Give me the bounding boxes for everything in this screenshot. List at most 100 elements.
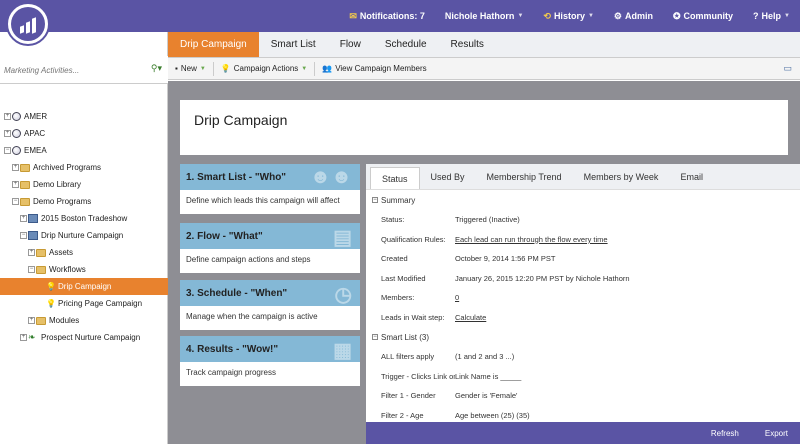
folder-icon <box>36 248 46 257</box>
chevron-down-icon: ▼ <box>301 65 308 72</box>
step-flow[interactable]: 2. Flow - "What" ▤ Define campaign actio… <box>180 223 360 273</box>
program-tree: + AMER + APAC − EMEA + Archived Programs… <box>0 108 168 346</box>
community-link[interactable]: ✪ Community <box>663 11 743 22</box>
tree-item-drip-campaign[interactable]: 💡 Drip Campaign <box>0 278 168 295</box>
expand-icon[interactable]: + <box>4 113 11 120</box>
tree-item-archived-programs[interactable]: + Archived Programs <box>0 159 168 176</box>
row-value: (1 and 2 and 3 ...) <box>455 352 515 362</box>
campaign-actions-button[interactable]: 💡 Campaign Actions ▼ <box>214 61 316 76</box>
tab-status[interactable]: Status <box>370 167 420 189</box>
detail-panel: Status Used By Membership Trend Members … <box>366 164 800 444</box>
summary-section-header[interactable]: − Summary <box>366 190 800 210</box>
main-tabs: Drip Campaign Smart List Flow Schedule R… <box>168 32 800 58</box>
sidebar-search: ⚲▾ <box>0 56 168 84</box>
tab-used-by[interactable]: Used By <box>420 164 476 189</box>
expand-icon[interactable]: + <box>12 181 19 188</box>
top-bar: ✉ Notifications: 7 Nichole Hathorn ▼ ⟲ H… <box>0 0 800 32</box>
view-members-label: View Campaign Members <box>335 64 427 73</box>
step-header: 2. Flow - "What" ▤ <box>180 223 360 249</box>
tab-email[interactable]: Email <box>669 164 714 189</box>
tree-item-modules[interactable]: + Modules <box>0 312 168 329</box>
step-title: 1. Smart List - "Who" <box>186 171 287 183</box>
search-input[interactable] <box>4 63 144 77</box>
expand-icon[interactable]: + <box>20 334 27 341</box>
collapse-icon[interactable]: − <box>28 266 35 273</box>
tree-item-workflows[interactable]: − Workflows <box>0 261 168 278</box>
history-menu[interactable]: ⟲ History ▼ <box>533 11 604 22</box>
row-key: Filter 2 - Age <box>381 410 424 420</box>
refresh-button[interactable]: Refresh <box>711 429 739 438</box>
tree-item-label: Modules <box>49 316 80 325</box>
tree-item-amer[interactable]: + AMER <box>0 108 168 125</box>
admin-link[interactable]: ⚙ Admin <box>604 11 663 22</box>
clock-icon: ◷ <box>334 284 352 306</box>
user-menu[interactable]: Nichole Hathorn ▼ <box>435 11 533 21</box>
tree-item-pricing-page-campaign[interactable]: 💡 Pricing Page Campaign <box>0 295 168 312</box>
tree-item-prospect-nurture-campaign[interactable]: + ❧ Prospect Nurture Campaign <box>0 329 168 346</box>
calculate-link[interactable]: Calculate <box>455 313 800 322</box>
filter-icon[interactable]: ⚲▾ <box>151 63 162 74</box>
detail-footer: Refresh Export <box>366 422 800 444</box>
tree-item-assets[interactable]: + Assets <box>0 244 168 261</box>
globe-icon <box>12 112 21 121</box>
smart-list-section-header[interactable]: − Smart List (3) <box>366 327 800 347</box>
collapse-icon[interactable]: − <box>12 198 19 205</box>
panel-toggle-icon[interactable]: ▭ <box>783 63 792 74</box>
tree-item-label: Workflows <box>49 265 86 274</box>
notifications-link[interactable]: ✉ Notifications: 7 <box>339 11 435 22</box>
collapse-icon[interactable]: − <box>20 232 27 239</box>
tab-results[interactable]: Results <box>439 32 496 57</box>
app-logo[interactable] <box>6 2 50 46</box>
tab-membership-trend[interactable]: Membership Trend <box>476 164 573 189</box>
step-smart-list[interactable]: 1. Smart List - "Who" ☻☻ Define which le… <box>180 164 360 214</box>
step-schedule[interactable]: 3. Schedule - "When" ◷ Manage when the c… <box>180 280 360 330</box>
collapse-icon: − <box>372 334 378 340</box>
tree-item-demo-programs[interactable]: − Demo Programs <box>0 193 168 210</box>
lightbulb-icon: 💡 <box>46 282 56 291</box>
step-header: 4. Results - "Wow!" ▦ <box>180 336 360 362</box>
help-menu[interactable]: ? Help ▼ <box>743 11 800 21</box>
tab-drip-campaign[interactable]: Drip Campaign <box>168 32 259 57</box>
chevron-down-icon: ▼ <box>517 13 524 19</box>
step-description: Define campaign actions and steps <box>186 255 311 264</box>
expand-icon[interactable]: + <box>28 317 35 324</box>
history-icon: ⟲ <box>543 10 551 21</box>
detail-tabs: Status Used By Membership Trend Members … <box>366 164 800 190</box>
program-icon <box>28 214 38 223</box>
tree-item-label: Pricing Page Campaign <box>58 299 143 308</box>
step-title: 4. Results - "Wow!" <box>186 343 279 355</box>
export-button[interactable]: Export <box>765 429 788 438</box>
tab-smart-list[interactable]: Smart List <box>259 32 328 57</box>
qualification-rules-link[interactable]: Each lead can run through the flow every… <box>455 235 800 244</box>
tree-item-label: Prospect Nurture Campaign <box>41 333 141 342</box>
row-key: Leads in Wait step: <box>381 312 445 322</box>
step-results[interactable]: 4. Results - "Wow!" ▦ Track campaign pro… <box>180 336 360 386</box>
tree-item-demo-library[interactable]: + Demo Library <box>0 176 168 193</box>
tree-item-apac[interactable]: + APAC <box>0 125 168 142</box>
tab-schedule[interactable]: Schedule <box>373 32 439 57</box>
expand-icon[interactable]: + <box>20 215 27 222</box>
smart-list-row: ALL filters apply (1 and 2 and 3 ...) <box>366 347 800 367</box>
tree-item-label: Demo Programs <box>33 197 92 206</box>
expand-icon[interactable]: + <box>12 164 19 171</box>
new-label: New <box>180 64 197 73</box>
toolbar: ▪ New ▼ 💡 Campaign Actions ▼ 👥 View Camp… <box>168 58 800 80</box>
chevron-down-icon: ▼ <box>587 13 594 19</box>
new-button[interactable]: ▪ New ▼ <box>168 61 214 76</box>
view-campaign-members-button[interactable]: 👥 View Campaign Members <box>315 62 433 76</box>
members-link[interactable]: 0 <box>455 293 800 302</box>
tree-item-boston-tradeshow[interactable]: + 2015 Boston Tradeshow <box>0 210 168 227</box>
tab-flow[interactable]: Flow <box>328 32 373 57</box>
expand-icon[interactable]: + <box>28 249 35 256</box>
tree-item-label: AMER <box>24 112 48 121</box>
section-label: Summary <box>381 195 416 205</box>
tree-item-emea[interactable]: − EMEA <box>0 142 168 159</box>
tab-members-by-week[interactable]: Members by Week <box>573 164 670 189</box>
summary-row: Created October 9, 2014 1:56 PM PST <box>366 249 800 269</box>
expand-icon[interactable]: + <box>4 130 11 137</box>
collapse-icon[interactable]: − <box>4 147 11 154</box>
step-header: 1. Smart List - "Who" ☻☻ <box>180 164 360 190</box>
tree-item-drip-nurture-campaign[interactable]: − Drip Nurture Campaign <box>0 227 168 244</box>
folder-icon <box>20 197 30 206</box>
folder-icon <box>36 316 46 325</box>
